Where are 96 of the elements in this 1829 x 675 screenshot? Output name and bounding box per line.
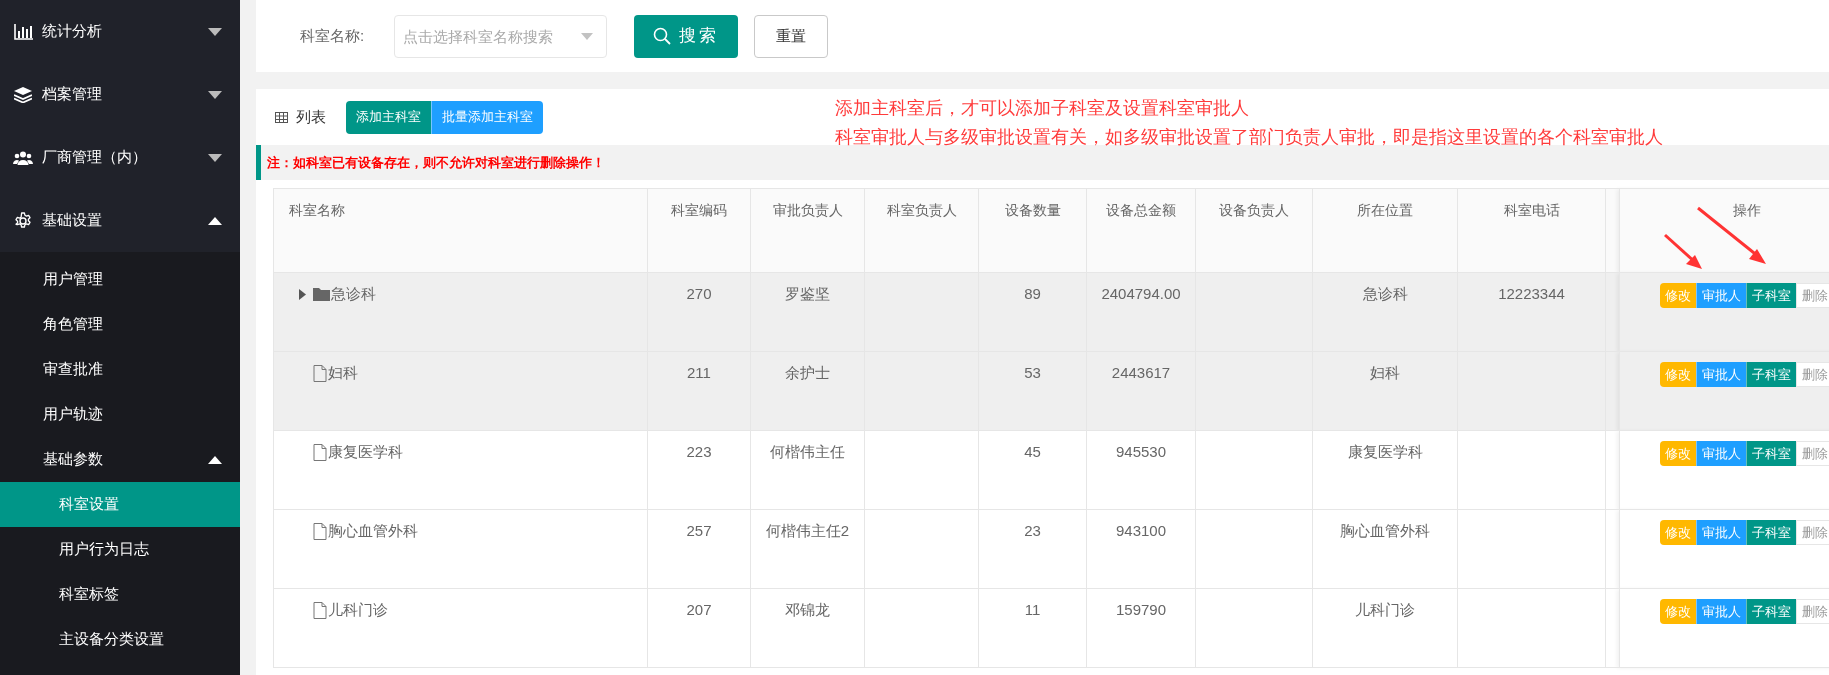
table-cell: 2443617 [1111, 364, 1171, 381]
table-cell: 2404794.00 [1101, 285, 1181, 302]
action-button[interactable]: 子科室 [1745, 520, 1796, 545]
file-icon [313, 522, 327, 540]
table-cell: 何楷伟主任 [770, 443, 845, 460]
layers-icon [14, 86, 32, 103]
table-cell: 211 [687, 364, 711, 381]
action-button: 删除 [1795, 520, 1829, 545]
caret-icon [581, 32, 593, 40]
action-button[interactable]: 审批人 [1695, 441, 1746, 466]
column-header: 科室电话 [1503, 202, 1560, 218]
folder-icon [313, 287, 330, 302]
sidebar-item[interactable]: 审查批准 [0, 347, 240, 392]
column-header: 设备总金额 [1106, 202, 1176, 218]
sidebar-item[interactable]: 用户行为日志 [0, 527, 240, 572]
column-header: 审批负责人 [772, 202, 843, 218]
action-button: 删除 [1795, 599, 1829, 624]
list-title: 列表 [296, 106, 326, 127]
table-cell: 943100 [1115, 522, 1167, 539]
file-icon [313, 364, 327, 382]
action-button[interactable]: 子科室 [1745, 599, 1796, 624]
table-cell: 11 [1024, 601, 1041, 618]
sidebar-section[interactable]: 统计分析 [0, 0, 240, 63]
field-label: 科室名称: [300, 25, 366, 46]
column-header: 设备负责人 [1219, 202, 1289, 218]
action-button: 删除 [1795, 362, 1829, 387]
action-button[interactable]: 子科室 [1745, 441, 1796, 466]
column-header: 所在位置 [1357, 202, 1413, 218]
annotation-text: 添加主科室后，才可以添加子科室及设置科室审批人 [835, 97, 1250, 120]
table-cell: 45 [1024, 443, 1041, 460]
sidebar-section[interactable]: 基础设置 [0, 189, 240, 252]
table-cell: 223 [686, 443, 712, 460]
table-cell: 妇科 [1370, 364, 1400, 381]
search-icon [653, 27, 671, 45]
sidebar-item[interactable]: 科室设置 [0, 482, 240, 527]
table-cell: 罗鉴坚 [785, 285, 830, 302]
table-cell: 945530 [1115, 443, 1167, 460]
column-header: 科室编码 [671, 202, 727, 218]
table-cell: 270 [686, 285, 712, 302]
action-button[interactable]: 审批人 [1695, 520, 1746, 545]
table-cell: 89 [1024, 285, 1041, 302]
column-header: 科室负责人 [886, 202, 957, 218]
table-cell: 159790 [1115, 601, 1167, 618]
caret-icon [208, 27, 222, 36]
department-name: 妇科 [328, 363, 358, 383]
sidebar-item[interactable]: 主设备分类设置 [0, 617, 240, 662]
action-button[interactable]: 审批人 [1695, 599, 1746, 624]
column-header: 操作 [1732, 202, 1761, 218]
expand-arrow-icon[interactable] [299, 288, 307, 300]
department-name: 康复医学科 [328, 442, 403, 462]
file-icon [313, 601, 327, 619]
caret-icon [208, 455, 222, 464]
caret-icon [208, 90, 222, 99]
toolbar-button[interactable]: 添加主科室 [346, 100, 431, 134]
table-icon [275, 111, 288, 123]
department-name: 急诊科 [331, 284, 376, 304]
table-cell: 余护士 [785, 364, 830, 381]
warning-note: 注：如科室已有设备存在，则不允许对科室进行删除操作！ [256, 145, 1829, 180]
table-cell: 12223344 [1498, 285, 1565, 302]
settings-icon [14, 211, 32, 230]
table-cell: 23 [1024, 522, 1041, 539]
action-button: 删除 [1795, 441, 1829, 466]
table-cell: 53 [1024, 364, 1041, 381]
action-button[interactable]: 审批人 [1695, 283, 1746, 308]
table-cell: 康复医学科 [1347, 443, 1423, 460]
table-cell: 邓锦龙 [785, 601, 830, 618]
department-name: 儿科门诊 [328, 600, 388, 620]
caret-icon [208, 153, 222, 162]
action-button[interactable]: 审批人 [1695, 362, 1746, 387]
sidebar-item[interactable]: 科室标签 [0, 572, 240, 617]
action-button: 删除 [1795, 283, 1829, 308]
department-select[interactable]: 点击选择科室名称搜索 [394, 14, 607, 58]
sidebar-item[interactable]: 用户轨迹 [0, 392, 240, 437]
search-button[interactable]: 搜索 [634, 14, 738, 58]
column-header: 设备数量 [1004, 202, 1061, 218]
toolbar-button[interactable]: 批量添加主科室 [431, 100, 543, 134]
department-name: 胸心血管外科 [328, 521, 418, 541]
sidebar-item[interactable]: 基础参数 [0, 437, 240, 482]
caret-icon [208, 216, 222, 225]
table-cell: 胸心血管外科 [1340, 522, 1430, 539]
table-cell: 257 [686, 522, 712, 539]
sidebar-item[interactable]: 角色管理 [0, 302, 240, 347]
sidebar-item[interactable]: 用户管理 [0, 257, 240, 302]
table-cell: 207 [686, 601, 712, 618]
users-icon [13, 150, 33, 165]
action-button[interactable]: 子科室 [1745, 362, 1796, 387]
table-cell: 儿科门诊 [1355, 601, 1415, 618]
reset-button[interactable]: 重置 [754, 14, 828, 58]
table-cell: 何楷伟主任2 [765, 522, 850, 539]
sidebar-section[interactable]: 厂商管理（内） [0, 126, 240, 189]
file-icon [313, 443, 327, 461]
column-header: 科室名称 [289, 202, 345, 218]
sidebar-section[interactable]: 档案管理 [0, 63, 240, 126]
bar-chart-icon [13, 23, 33, 40]
action-button[interactable]: 子科室 [1745, 283, 1796, 308]
table-cell: 急诊科 [1362, 285, 1408, 302]
